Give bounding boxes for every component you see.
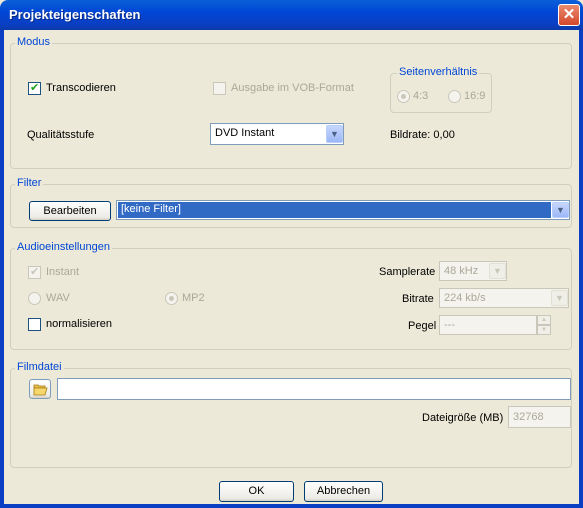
chevron-down-icon[interactable]: ▼ bbox=[326, 125, 343, 143]
file-size-input[interactable]: 32768 bbox=[508, 406, 571, 428]
file-size-label: Dateigröße (MB) bbox=[422, 412, 504, 424]
samplerate-value: 48 kHz bbox=[444, 265, 479, 277]
close-button[interactable]: ✕ bbox=[558, 4, 580, 26]
aspect-43-label: 4:3 bbox=[413, 90, 429, 102]
filter-select[interactable]: [keine Filter] ▼ bbox=[116, 200, 570, 220]
normalize-checkbox[interactable] bbox=[28, 318, 41, 331]
bitrate-readout: Bildrate: 0,00 bbox=[390, 129, 455, 141]
level-value: --- bbox=[444, 319, 455, 331]
aspect-ratio-legend: Seitenverhältnis bbox=[397, 66, 480, 78]
normalize-label: normalisieren bbox=[46, 318, 113, 330]
audio-legend: Audioeinstellungen bbox=[15, 241, 112, 253]
folder-open-icon bbox=[33, 384, 48, 396]
cancel-button[interactable]: Abbrechen bbox=[304, 481, 383, 502]
aspect-169-label: 16:9 bbox=[464, 90, 486, 102]
file-size-value: 32768 bbox=[513, 411, 544, 423]
transcode-label: Transcodieren bbox=[46, 82, 116, 94]
level-spin-up-icon[interactable]: ▲ bbox=[537, 315, 551, 325]
vob-format-checkbox[interactable] bbox=[213, 82, 226, 95]
browse-file-button[interactable] bbox=[29, 379, 51, 399]
window-frame-right bbox=[579, 30, 583, 508]
samplerate-select[interactable]: 48 kHz ▼ bbox=[439, 261, 507, 281]
bitrate-value: 224 kb/s bbox=[444, 292, 486, 304]
instant-checkbox[interactable] bbox=[28, 265, 41, 279]
wav-label: WAV bbox=[46, 292, 70, 304]
modus-legend: Modus bbox=[15, 36, 53, 48]
instant-label: Instant bbox=[46, 266, 80, 278]
filter-legend: Filter bbox=[15, 177, 44, 189]
edit-filter-button[interactable]: Bearbeiten bbox=[29, 201, 111, 221]
quality-select[interactable]: DVD Instant ▼ bbox=[210, 123, 344, 145]
bitrate-label: Bitrate bbox=[402, 293, 434, 305]
window-title: Projekteigenschaften bbox=[9, 7, 141, 22]
movie-file-legend: Filmdatei bbox=[15, 361, 64, 373]
quality-value: DVD Instant bbox=[215, 127, 275, 139]
mp2-label: MP2 bbox=[182, 292, 205, 304]
transcode-checkbox[interactable] bbox=[28, 81, 41, 95]
chevron-down-icon[interactable]: ▼ bbox=[552, 202, 569, 218]
wav-radio[interactable] bbox=[28, 292, 41, 305]
level-input[interactable]: --- bbox=[439, 315, 537, 335]
filter-value: [keine Filter] bbox=[121, 203, 181, 215]
aspect-169-radio[interactable] bbox=[448, 90, 461, 103]
quality-label: Qualitätsstufe bbox=[27, 129, 95, 141]
window-frame-bottom bbox=[0, 504, 583, 508]
mp2-radio[interactable] bbox=[165, 292, 178, 305]
chevron-down-icon[interactable]: ▼ bbox=[551, 290, 568, 306]
movie-file-path-input[interactable] bbox=[57, 378, 571, 400]
vob-format-label: Ausgabe im VOB-Format bbox=[231, 82, 354, 94]
filter-selection-highlight bbox=[118, 202, 551, 218]
level-label: Pegel bbox=[408, 320, 437, 332]
samplerate-label: Samplerate bbox=[379, 266, 436, 278]
aspect-43-radio[interactable] bbox=[397, 90, 410, 103]
ok-button[interactable]: OK bbox=[219, 481, 294, 502]
window-frame-left bbox=[0, 30, 4, 508]
level-spin-down-icon[interactable]: ▼ bbox=[537, 325, 551, 335]
bitrate-select[interactable]: 224 kb/s ▼ bbox=[439, 288, 569, 308]
chevron-down-icon[interactable]: ▼ bbox=[489, 263, 506, 279]
